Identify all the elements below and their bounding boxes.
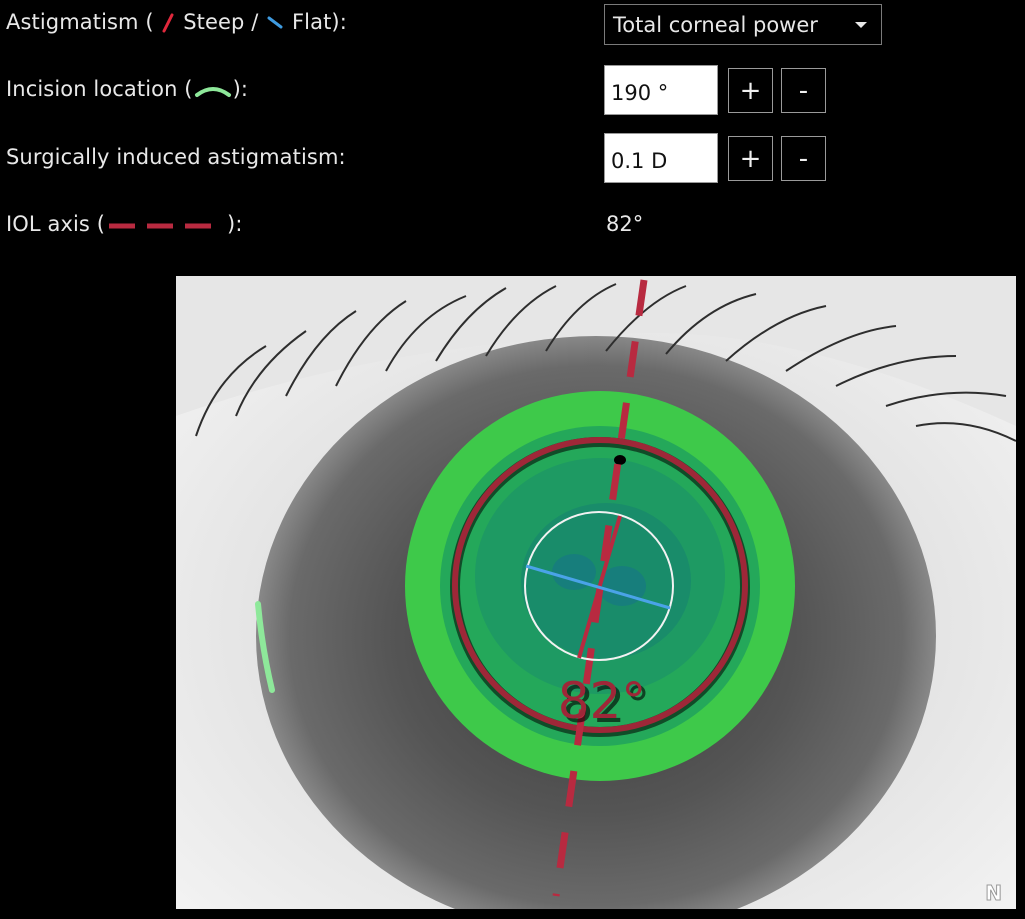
iol-axis-label-text: IOL axis ( xyxy=(6,212,106,236)
chevron-down-icon xyxy=(855,22,867,28)
incision-location-label: Incision location ( ): xyxy=(6,77,248,101)
corneal-power-selected: Total corneal power xyxy=(613,12,818,37)
reference-marker xyxy=(614,455,626,465)
incision-location-input[interactable] xyxy=(604,65,718,115)
incision-decrease-button[interactable]: - xyxy=(781,68,826,113)
steep-line-icon xyxy=(162,13,174,33)
incision-increase-button[interactable]: + xyxy=(728,68,773,113)
sia-label: Surgically induced astigmatism: xyxy=(6,145,346,169)
watermark-logo: N xyxy=(985,881,1002,905)
incision-label-text: Incision location ( xyxy=(6,77,193,101)
axis-angle-label: 82° xyxy=(558,672,647,730)
astigmatism-label-prefix: Astigmatism ( xyxy=(6,10,154,34)
iol-axis-label: IOL axis ( ): xyxy=(6,212,243,236)
eye-image-viewer[interactable]: 82° 82° N xyxy=(176,276,1016,909)
flat-label: Flat): xyxy=(291,10,347,34)
incision-arc-icon xyxy=(194,87,231,97)
sia-increase-button[interactable]: + xyxy=(728,136,773,181)
flat-line-icon xyxy=(267,16,283,29)
iol-axis-label-suffix: ): xyxy=(227,212,243,236)
corneal-power-dropdown[interactable]: Total corneal power xyxy=(604,4,882,45)
steep-label: Steep / xyxy=(183,10,259,34)
iol-axis-value: 82° xyxy=(606,212,644,236)
iol-dashed-line-icon xyxy=(109,223,224,229)
astigmatism-label: Astigmatism ( Steep / Flat): xyxy=(6,10,347,34)
sia-decrease-button[interactable]: - xyxy=(781,136,826,181)
incision-label-suffix: ): xyxy=(232,77,249,101)
sia-input[interactable] xyxy=(604,133,718,183)
